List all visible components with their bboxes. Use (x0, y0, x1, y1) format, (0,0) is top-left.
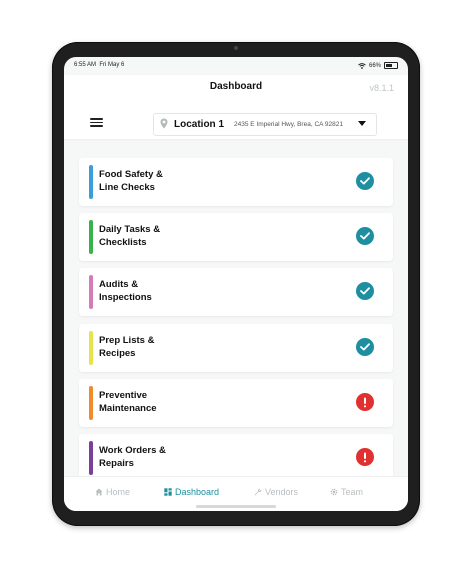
module-card[interactable]: Daily Tasks & Checklists (79, 213, 393, 261)
check-circle-icon (356, 282, 374, 300)
status-bar: 6:55 AM Fri May 6 66% (64, 57, 408, 75)
module-card[interactable]: Prep Lists & Recipes (79, 324, 393, 372)
home-indicator (196, 505, 276, 508)
alert-circle-icon (356, 448, 374, 466)
location-pin-icon (160, 118, 168, 129)
location-name: Location 1 (174, 119, 225, 130)
location-address: 2435 E Imperial Hwy, Brea, CA 92821 (234, 121, 343, 128)
tab-dashboard[interactable]: Dashboard (164, 487, 219, 497)
status-right: 66% (358, 62, 398, 69)
battery-percent: 66% (368, 62, 381, 69)
check-circle-icon (356, 172, 374, 190)
grid-icon (164, 488, 172, 496)
module-card[interactable]: Preventive Maintenance (79, 379, 393, 427)
card-color-bar (89, 441, 93, 475)
alert-circle-icon (356, 393, 374, 411)
wifi-icon (358, 62, 366, 69)
status-time-date: 6:55 AM Fri May 6 (74, 62, 124, 68)
page-title: Dashboard (209, 81, 263, 92)
card-label: Prep Lists & Recipes (99, 335, 155, 359)
tab-label: Vendors (265, 487, 299, 497)
hamburger-icon (90, 118, 103, 120)
tab-label: Team (341, 487, 364, 497)
card-label: Work Orders & Repairs (99, 445, 166, 469)
home-icon (95, 488, 103, 496)
card-color-bar (89, 331, 93, 365)
card-color-bar (89, 275, 93, 309)
tablet-frame: 6:55 AM Fri May 6 66% Dashboard v8.1.1 L… (52, 42, 420, 526)
module-card[interactable]: Work Orders & Repairs (79, 434, 393, 482)
app-header: Dashboard v8.1.1 Location 1 2435 E Imper… (64, 75, 408, 139)
hamburger-icon (90, 125, 103, 127)
status-time: 6:55 AM (74, 62, 97, 68)
tab-bar: Home Dashboard Vendors Team (64, 476, 408, 511)
card-label: Audits & Inspections (99, 279, 152, 303)
location-selector[interactable]: Location 1 2435 E Imperial Hwy, Brea, CA… (153, 113, 377, 136)
battery-icon (384, 62, 398, 69)
check-circle-icon (356, 338, 374, 356)
status-date: Fri May 6 (99, 62, 125, 68)
app-screen: 6:55 AM Fri May 6 66% Dashboard v8.1.1 L… (64, 57, 408, 511)
camera (234, 46, 238, 50)
tab-home[interactable]: Home (95, 487, 130, 497)
chevron-down-icon (358, 121, 366, 126)
tab-label: Dashboard (175, 487, 220, 497)
tab-team[interactable]: Team (330, 487, 363, 497)
card-color-bar (89, 220, 93, 254)
tab-label: Home (106, 487, 131, 497)
module-card[interactable]: Audits & Inspections (79, 268, 393, 316)
wrench-icon (254, 488, 262, 496)
card-color-bar (89, 165, 93, 199)
card-label: Daily Tasks & Checklists (99, 224, 161, 248)
menu-button[interactable] (90, 118, 103, 127)
card-color-bar (89, 386, 93, 420)
gear-icon (330, 488, 338, 496)
module-card[interactable]: Food Safety & Line Checks (79, 158, 393, 206)
card-label: Preventive Maintenance (99, 390, 157, 414)
check-circle-icon (356, 227, 374, 245)
app-version: v8.1.1 (369, 83, 394, 93)
card-label: Food Safety & Line Checks (99, 169, 163, 193)
tab-vendors[interactable]: Vendors (254, 487, 298, 497)
hamburger-icon (90, 121, 103, 124)
